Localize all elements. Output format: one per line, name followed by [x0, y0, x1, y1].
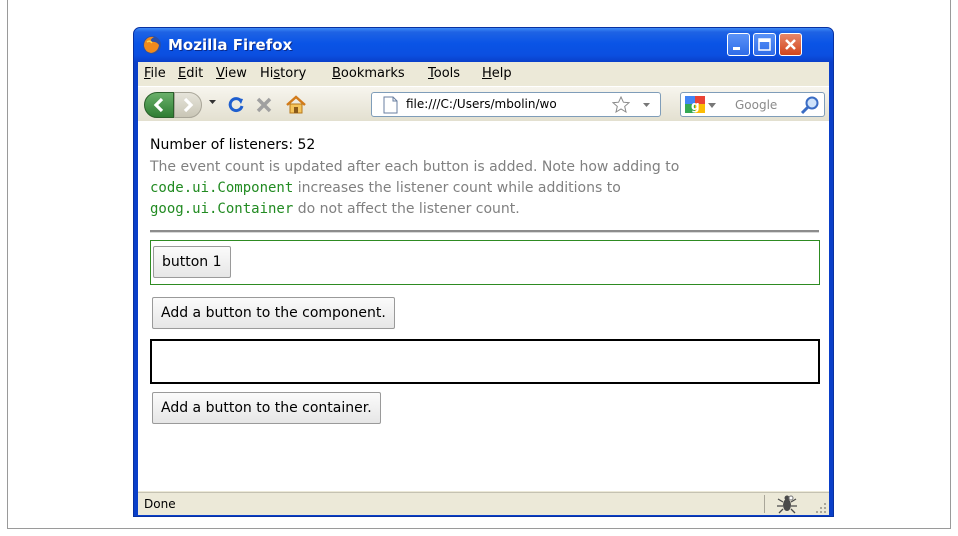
menu-edit-accel: E [178, 66, 187, 81]
close-icon [785, 39, 796, 50]
page-content: Number of listeners: 52 The event count … [138, 121, 829, 491]
firefox-icon [143, 36, 161, 54]
status-text: Done [144, 497, 176, 511]
bug-icon[interactable] [776, 494, 798, 514]
minimize-button[interactable] [727, 33, 750, 56]
menu-bookmarks-label: ookmarks [340, 66, 405, 81]
menu-bookmarks-accel: B [332, 66, 341, 81]
menu-bar: File Edit View History Bookmarks Tools H… [138, 62, 829, 85]
forward-arrow-icon [183, 97, 194, 113]
description-part-3: do not affect the listener count. [293, 201, 520, 217]
menu-help-label: elp [491, 66, 512, 81]
url-dropdown-icon[interactable] [642, 102, 651, 109]
search-icon[interactable] [800, 95, 820, 115]
menu-file-label: ile [150, 66, 166, 81]
bookmark-star-icon[interactable] [612, 96, 630, 113]
menu-edit-label: dit [186, 66, 204, 81]
menu-bookmarks[interactable]: Bookmarks [332, 66, 405, 81]
back-arrow-icon [153, 97, 164, 113]
close-button[interactable] [779, 33, 802, 56]
history-dropdown-icon[interactable] [208, 98, 217, 106]
google-engine-icon[interactable]: g [685, 96, 705, 113]
description-part-2: increases the listener count while addit… [293, 180, 621, 196]
home-icon[interactable] [285, 95, 307, 115]
maximize-button[interactable] [753, 33, 776, 56]
search-placeholder: Google [735, 98, 778, 112]
menu-history-pre: Hi [260, 66, 274, 81]
status-separator [764, 495, 765, 513]
browser-window: Mozilla Firefox File Edit View History B… [133, 27, 834, 517]
description: The event count is updated after each bu… [150, 157, 822, 220]
resize-grip-icon[interactable] [814, 501, 827, 514]
container-area [150, 339, 820, 384]
menu-view-accel: V [216, 66, 225, 81]
maximize-icon [758, 38, 771, 51]
search-bar[interactable]: g Google [680, 92, 825, 117]
back-button[interactable] [144, 92, 174, 118]
component-area: button 1 [150, 240, 820, 285]
code-component: code.ui.Component [150, 180, 294, 196]
reload-icon[interactable] [226, 95, 246, 115]
status-bar: Done [138, 492, 829, 515]
menu-file[interactable]: File [144, 66, 166, 81]
menu-tools[interactable]: Tools [428, 66, 460, 81]
menu-help-accel: H [482, 66, 492, 81]
address-bar[interactable]: file:///C:/Users/mbolin/wo [371, 92, 661, 117]
menu-history-label: tory [280, 66, 307, 81]
svg-text:g: g [691, 99, 700, 113]
engine-dropdown-icon[interactable] [708, 103, 716, 109]
description-part-1: The event count is updated after each bu… [150, 159, 680, 175]
window-title: Mozilla Firefox [168, 36, 293, 54]
minimize-icon [733, 47, 740, 50]
menu-history[interactable]: History [260, 66, 306, 81]
menu-help[interactable]: Help [482, 66, 512, 81]
url-text: file:///C:/Users/mbolin/wo [406, 97, 557, 111]
forward-button[interactable] [174, 92, 202, 118]
menu-tools-label: ools [433, 66, 461, 81]
stop-icon[interactable] [255, 96, 273, 114]
code-container: goog.ui.Container [150, 201, 294, 217]
browser-client: File Edit View History Bookmarks Tools H… [138, 62, 829, 515]
add-to-container-button[interactable]: Add a button to the container. [152, 392, 381, 424]
menu-view[interactable]: View [216, 66, 247, 81]
component-button-1[interactable]: button 1 [153, 246, 231, 278]
add-to-component-button[interactable]: Add a button to the component. [152, 297, 395, 329]
listener-count: Number of listeners: 52 [150, 137, 316, 153]
menu-edit[interactable]: Edit [178, 66, 203, 81]
title-bar[interactable]: Mozilla Firefox [134, 28, 833, 62]
divider [150, 230, 819, 233]
navigation-toolbar: file:///C:/Users/mbolin/wo g Google [138, 86, 829, 122]
menu-view-label: iew [224, 66, 247, 81]
page-icon [383, 96, 398, 114]
